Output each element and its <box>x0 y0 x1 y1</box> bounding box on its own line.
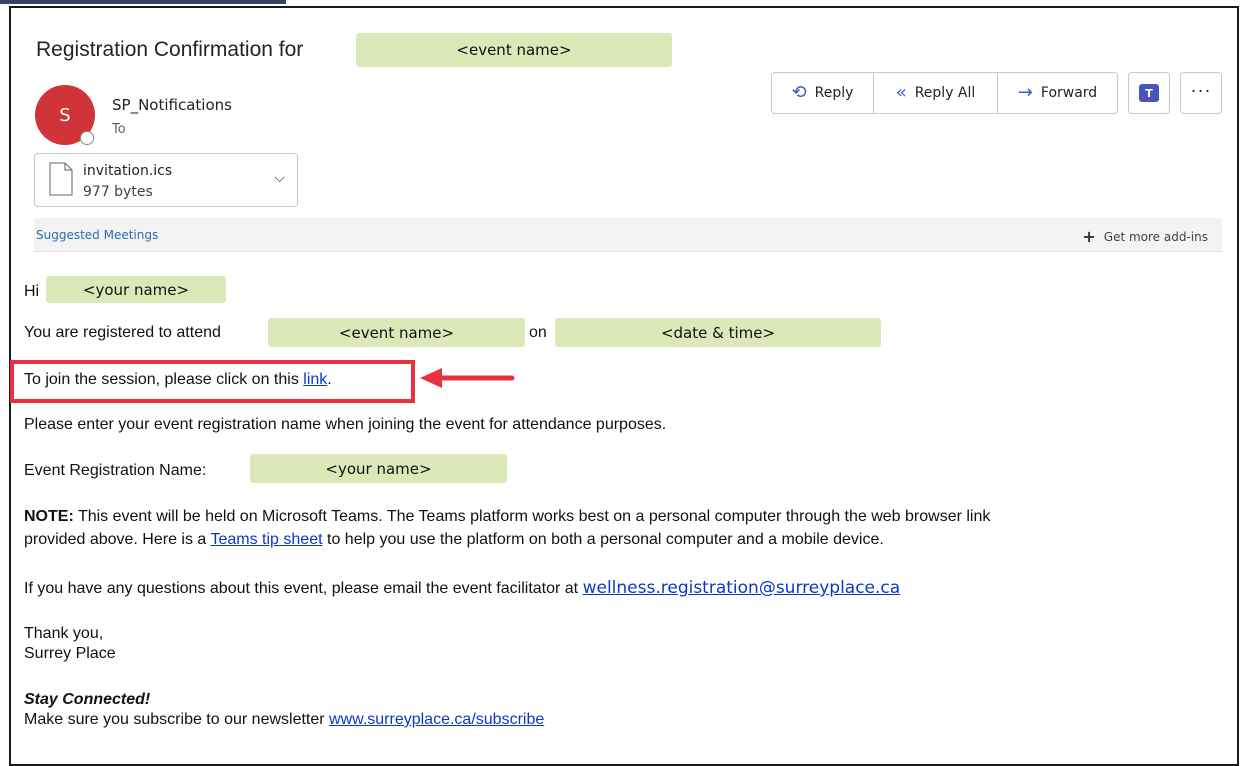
greeting: Hi <box>24 283 40 300</box>
message-actions: ⟲ Reply « Reply All → Forward <box>771 72 1118 114</box>
forward-icon: → <box>1017 82 1033 103</box>
attachment-card[interactable]: invitation.ics 977 bytes ⌵ <box>34 153 298 207</box>
note-text-2-suffix: to help you use the platform on both a p… <box>327 531 884 548</box>
your-name-placeholder: <your name> <box>46 276 226 303</box>
more-icon: ··· <box>1190 80 1212 100</box>
subscribe-text: Make sure you subscribe to our newslette… <box>24 711 325 728</box>
forward-label: Forward <box>1040 85 1098 101</box>
subscribe-link[interactable]: www.surreyplace.ca/subscribe <box>329 711 544 728</box>
sender-name[interactable]: SP_Notifications <box>112 96 232 114</box>
file-icon <box>49 162 73 196</box>
teams-tip-sheet-link[interactable]: Teams tip sheet <box>210 531 322 548</box>
stay-connected-heading: Stay Connected! <box>24 691 151 708</box>
chevron-down-icon[interactable]: ⌵ <box>274 169 285 186</box>
plus-icon: + <box>1082 227 1096 246</box>
join-link[interactable]: link <box>303 371 327 388</box>
facilitator-email-link[interactable]: wellness.registration@surreyplace.ca <box>583 578 901 598</box>
window-top-accent <box>0 0 286 4</box>
attachment-name: invitation.ics <box>83 163 173 179</box>
reg-name-label: Event Registration Name: <box>24 462 207 479</box>
more-actions-button[interactable]: ··· <box>1180 72 1222 114</box>
subscribe-line: Make sure you subscribe to our newslette… <box>24 711 544 729</box>
questions-line: If you have any questions about this eve… <box>24 578 900 598</box>
recipient-label: To <box>112 122 126 137</box>
forward-button[interactable]: → Forward <box>998 73 1117 113</box>
get-more-addins-button[interactable]: + Get more add-ins <box>1082 227 1208 246</box>
note-label: NOTE: <box>24 508 74 525</box>
note-line-2: provided above. Here is a Teams tip shee… <box>24 531 884 549</box>
note-line-1: NOTE: This event will be held on Microso… <box>24 508 990 526</box>
registered-text: You are registered to attend <box>24 324 221 341</box>
join-period: . <box>327 371 332 388</box>
reply-icon: ⟲ <box>791 82 807 103</box>
reg-name-placeholder: <your name> <box>250 454 507 483</box>
note-text-2-prefix: provided above. Here is a <box>24 531 207 548</box>
reply-all-icon: « <box>895 82 907 103</box>
teams-icon: T <box>1139 84 1159 102</box>
thanks-text: Thank you, <box>24 625 104 642</box>
reply-button[interactable]: ⟲ Reply <box>772 73 874 113</box>
addins-bar: Suggested Meetings + Get more add-ins <box>34 218 1222 252</box>
enter-name-instruction: Please enter your event registration nam… <box>24 416 667 433</box>
reply-all-label: Reply All <box>914 85 976 101</box>
org-signature: Surrey Place <box>24 645 116 662</box>
reply-label: Reply <box>814 85 854 101</box>
suggested-meetings-link[interactable]: Suggested Meetings <box>36 228 158 242</box>
note-text-1: This event will be held on Microsoft Tea… <box>77 508 991 525</box>
questions-text: If you have any questions about this eve… <box>24 580 579 597</box>
on-text: on <box>529 324 547 341</box>
callout-arrow-icon <box>420 368 515 388</box>
join-text: To join the session, please click on thi… <box>24 371 299 388</box>
attachment-size: 977 bytes <box>83 184 153 200</box>
join-session-line: To join the session, please click on thi… <box>24 371 332 389</box>
reply-all-button[interactable]: « Reply All <box>874 73 998 113</box>
subject-event-placeholder: <event name> <box>356 33 672 67</box>
date-time-placeholder: <date & time> <box>555 318 881 347</box>
teams-button[interactable]: T <box>1128 72 1170 114</box>
email-subject: Registration Confirmation for <box>36 38 304 61</box>
presence-status-icon <box>80 131 94 145</box>
event-name-placeholder: <event name> <box>268 318 525 347</box>
get-more-addins-label: Get more add-ins <box>1103 229 1208 244</box>
